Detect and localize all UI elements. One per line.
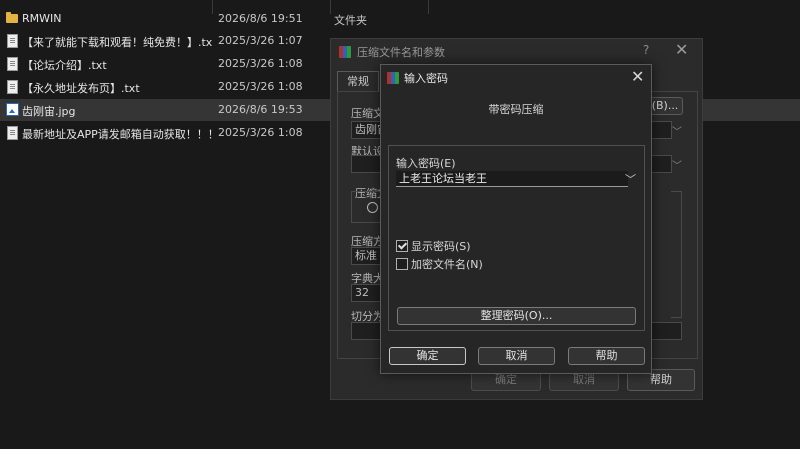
profile-select[interactable]: [351, 155, 382, 173]
dictionary-select[interactable]: 32: [351, 284, 382, 302]
text-file-icon: [6, 34, 18, 48]
method-select[interactable]: 标准: [351, 247, 382, 265]
folder-icon: [6, 12, 18, 26]
show-password-checkbox[interactable]: 显示密码(S): [396, 238, 471, 254]
profile-select-tail[interactable]: [649, 155, 672, 173]
file-name: 最新地址及APP请发邮箱自动获取！！！....: [22, 128, 212, 141]
file-type: 文件夹: [334, 14, 367, 27]
chevron-down-icon[interactable]: ﹀: [625, 171, 636, 187]
archive-dialog-title: 压缩文件名和参数: [339, 44, 445, 60]
file-date: 2025/3/26 1:07: [218, 34, 303, 47]
file-name: 齿刚宙.jpg: [22, 105, 76, 118]
help-icon[interactable]: ?: [643, 43, 649, 57]
text-file-icon: [6, 80, 18, 94]
file-date: 2025/3/26 1:08: [218, 80, 303, 93]
file-name: RMWIN: [22, 12, 62, 25]
chevron-down-icon[interactable]: ﹀: [672, 123, 682, 138]
column-divider[interactable]: [212, 0, 213, 14]
file-date: 2025/3/26 1:08: [218, 57, 303, 70]
archive-name-input-tail[interactable]: [649, 121, 672, 139]
options-group-frame: [671, 191, 682, 318]
browse-button[interactable]: (B)...: [647, 97, 683, 115]
text-file-icon: [6, 126, 18, 140]
image-file-icon: [6, 103, 19, 117]
file-date: 2026/8/6 19:53: [218, 103, 303, 116]
winrar-icon: [339, 46, 351, 58]
close-icon[interactable]: ✕: [675, 40, 688, 59]
file-date: 2026/8/6 19:51: [218, 12, 303, 25]
enter-password-label: 输入密码(E): [396, 157, 456, 170]
encrypt-filenames-checkbox[interactable]: 加密文件名(N): [396, 256, 483, 272]
column-divider[interactable]: [428, 0, 429, 14]
cancel-button[interactable]: 取消: [478, 347, 555, 365]
password-input[interactable]: [396, 171, 628, 187]
file-name: 【来了就能下载和观看！纯免费！】.txt: [22, 36, 212, 49]
help-button[interactable]: 帮助: [568, 347, 645, 365]
checkbox-checked-icon[interactable]: [396, 240, 408, 252]
password-dialog: 输入密码 ✕ 带密码压缩 输入密码(E) ﹀ 显示密码(S) 加密文件名(N) …: [380, 64, 652, 374]
winrar-icon: [387, 72, 399, 84]
ok-button[interactable]: 确定: [389, 347, 466, 365]
format-radio[interactable]: [367, 202, 378, 213]
file-name: 【永久地址发布页】.txt: [22, 82, 140, 95]
close-icon[interactable]: ✕: [631, 67, 644, 86]
file-name: 【论坛介绍】.txt: [22, 59, 107, 72]
password-dialog-title: 输入密码: [387, 70, 448, 86]
file-row-rmwin[interactable]: RMWIN 2026/8/6 19:51 文件夹: [0, 8, 800, 30]
tab-general[interactable]: 常规: [337, 71, 379, 92]
organize-passwords-button[interactable]: 整理密码(O)...: [397, 307, 636, 325]
text-file-icon: [6, 57, 18, 71]
chevron-down-icon[interactable]: ﹀: [672, 157, 682, 172]
column-divider[interactable]: [330, 0, 331, 14]
dialog-heading: 带密码压缩: [488, 103, 544, 116]
split-select[interactable]: [351, 322, 382, 340]
checkbox-empty-icon[interactable]: [396, 258, 408, 270]
file-date: 2025/3/26 1:08: [218, 126, 303, 139]
